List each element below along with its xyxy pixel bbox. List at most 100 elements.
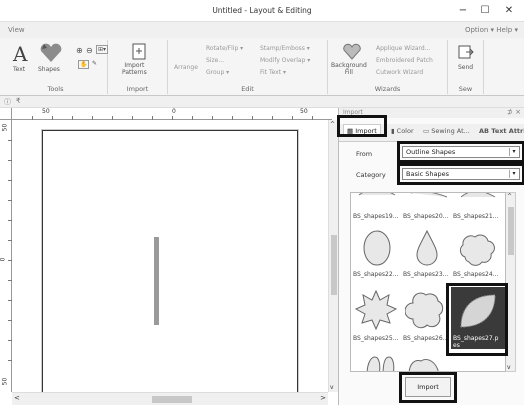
arrange-button[interactable]: Arrange [174, 64, 198, 71]
from-select[interactable]: Outline Shapes ▾ [402, 146, 520, 158]
ribbon: A Text Shapes ⊕ ⊖ ⊞▾ ✋ ✎ Tools Import Pa… [0, 38, 524, 96]
option-help-menu[interactable]: Option ▾ Help ▾ [465, 26, 518, 34]
import-group-label: Import [126, 85, 149, 93]
scroll-down-icon[interactable]: v [507, 364, 511, 371]
menu-bar: View Option ▾ Help ▾ [0, 22, 524, 38]
edit-group: Arrange Rotate/Flip ▾ Size... Group ▾ St… [168, 40, 328, 94]
starburst-shape-icon[interactable] [355, 289, 397, 331]
scroll-thumb[interactable] [508, 207, 514, 255]
send-button[interactable]: Send [458, 64, 473, 71]
highlight-frame [446, 283, 508, 356]
line-shape[interactable] [154, 237, 159, 325]
stamp-emboss-button[interactable]: Stamp/Emboss ▾ [260, 45, 310, 52]
close-button[interactable]: ✕ [498, 3, 520, 19]
wizards-group: Background Fill Applique Wizard... Embro… [328, 40, 448, 94]
ruler-left-number: 50 [1, 377, 9, 386]
rotate-flip-button[interactable]: Rotate/Flip ▾ [206, 45, 243, 52]
view-menu[interactable]: View [8, 26, 25, 34]
title-bar: Untitled - Layout & Editing − ☐ ✕ [0, 0, 524, 22]
minimize-button[interactable]: − [452, 3, 474, 19]
tools-group: A Text Shapes ⊕ ⊖ ⊞▾ ✋ ✎ Tools [4, 40, 109, 94]
text-button[interactable]: Text [13, 66, 25, 73]
edit-group-label: Edit [241, 85, 254, 93]
send-icon[interactable] [457, 43, 475, 61]
tab-sewing-label: Sewing At... [431, 127, 470, 135]
embroidered-patch-button[interactable]: Embroidered Patch [376, 57, 433, 64]
scroll-right-icon[interactable]: > [320, 394, 326, 402]
shape-label[interactable]: BS_shapes26... [403, 335, 448, 342]
shape-thumbnails-partial [366, 356, 439, 371]
background-fill-icon[interactable] [342, 43, 362, 61]
import-patterns-icon[interactable] [130, 43, 148, 61]
cutwork-wizard-button[interactable]: Cutwork Wizard [376, 69, 423, 76]
customize-icon[interactable]: ₹ [16, 97, 20, 105]
ruler-top-number: 0 [172, 108, 176, 115]
applique-wizard-button[interactable]: Applique Wizard... [376, 45, 430, 52]
shape-label[interactable]: BS_shapes20... [403, 213, 448, 220]
zoom-in-icon[interactable]: ⊕ [76, 46, 83, 55]
ruler-corner [0, 108, 12, 120]
quick-access-bar: ⓘ ₹ [0, 96, 524, 108]
shape-label[interactable]: BS_shapes25... [353, 335, 398, 342]
tools-group-label: Tools [47, 85, 64, 93]
top-ruler: 50 0 50 [12, 108, 332, 120]
panel-close-icon[interactable]: ⊅ × [507, 108, 521, 116]
tab-color[interactable]: ▮ Color [391, 127, 414, 135]
scroll-up-icon[interactable]: ^ [507, 193, 512, 200]
scroll-up-icon[interactable]: ^ [330, 121, 335, 128]
import-patterns-button[interactable]: Import Patterns [122, 62, 147, 76]
window-title: Untitled - Layout & Editing [212, 6, 312, 15]
oval-shape-icon[interactable] [357, 229, 397, 267]
zoom-fit-icon[interactable]: ⊞▾ [96, 45, 109, 54]
tab-text-attributes[interactable]: AB Text Attrib... [479, 127, 524, 135]
zoom-out-icon[interactable]: ⊖ [86, 46, 93, 55]
scroll-thumb[interactable] [331, 235, 337, 295]
category-select[interactable]: Basic Shapes ▾ [402, 168, 520, 180]
scroll-thumb[interactable] [152, 396, 192, 403]
scroll-down-icon[interactable]: v [330, 384, 334, 391]
shape-label[interactable]: BS_shapes22... [353, 271, 398, 278]
text-icon[interactable]: A [10, 42, 32, 64]
tab-sewing-attributes[interactable]: ▭ Sewing At... [423, 127, 470, 135]
shape-thumbnails-partial [358, 193, 496, 198]
shapes-button[interactable]: Shapes [38, 66, 60, 73]
from-select-value: Outline Shapes [406, 148, 456, 156]
size-button[interactable]: Size... [206, 57, 224, 64]
teardrop-shape-icon[interactable] [407, 229, 447, 267]
shapes-icon[interactable] [38, 42, 64, 64]
ruler-left-number: 0 [0, 257, 7, 262]
pan-icon[interactable]: ✋ [78, 60, 90, 69]
scroll-left-icon[interactable]: < [14, 394, 20, 402]
fit-text-button[interactable]: Fit Text ▾ [260, 69, 286, 76]
import-group: Import Patterns Import [108, 40, 168, 94]
sew-group: Send Sew [448, 40, 484, 94]
shape-label[interactable]: BS_shapes21... [453, 213, 498, 220]
svg-text:A: A [12, 42, 28, 64]
wizards-group-label: Wizards [374, 85, 401, 93]
help-icon[interactable]: ⓘ [4, 97, 11, 107]
ruler-top-number: 50 [42, 108, 50, 115]
category-label: Category [356, 171, 386, 179]
left-ruler: 50 0 50 [0, 120, 12, 392]
ruler-top-number: 50 [300, 108, 308, 115]
ruler-left-number: 50 [1, 123, 9, 132]
measure-icon[interactable]: ✎ [92, 60, 97, 67]
maximize-button[interactable]: ☐ [474, 3, 496, 19]
chevron-down-icon[interactable]: ▾ [509, 170, 518, 178]
sew-group-label: Sew [458, 85, 473, 93]
shape-label[interactable]: BS_shapes24... [453, 271, 498, 278]
background-fill-button[interactable]: Background Fill [331, 62, 367, 76]
canvas-vertical-scrollbar[interactable]: ^ v [328, 120, 338, 392]
from-label: From [356, 150, 373, 158]
canvas-horizontal-scrollbar[interactable]: < > [12, 392, 328, 405]
tab-color-label: Color [396, 127, 414, 135]
shape-label[interactable]: BS_shapes19... [353, 213, 398, 220]
shape-label[interactable]: BS_shapes23... [403, 271, 448, 278]
embroidery-hoop[interactable] [42, 130, 298, 394]
chevron-down-icon[interactable]: ▾ [509, 148, 518, 156]
group-button[interactable]: Group ▾ [206, 69, 229, 76]
cloud-shape-icon[interactable] [455, 229, 497, 267]
import-button[interactable]: Import [405, 377, 451, 397]
modify-overlap-button[interactable]: Modify Overlap ▾ [260, 57, 310, 64]
flower-shape-icon[interactable] [405, 289, 447, 331]
